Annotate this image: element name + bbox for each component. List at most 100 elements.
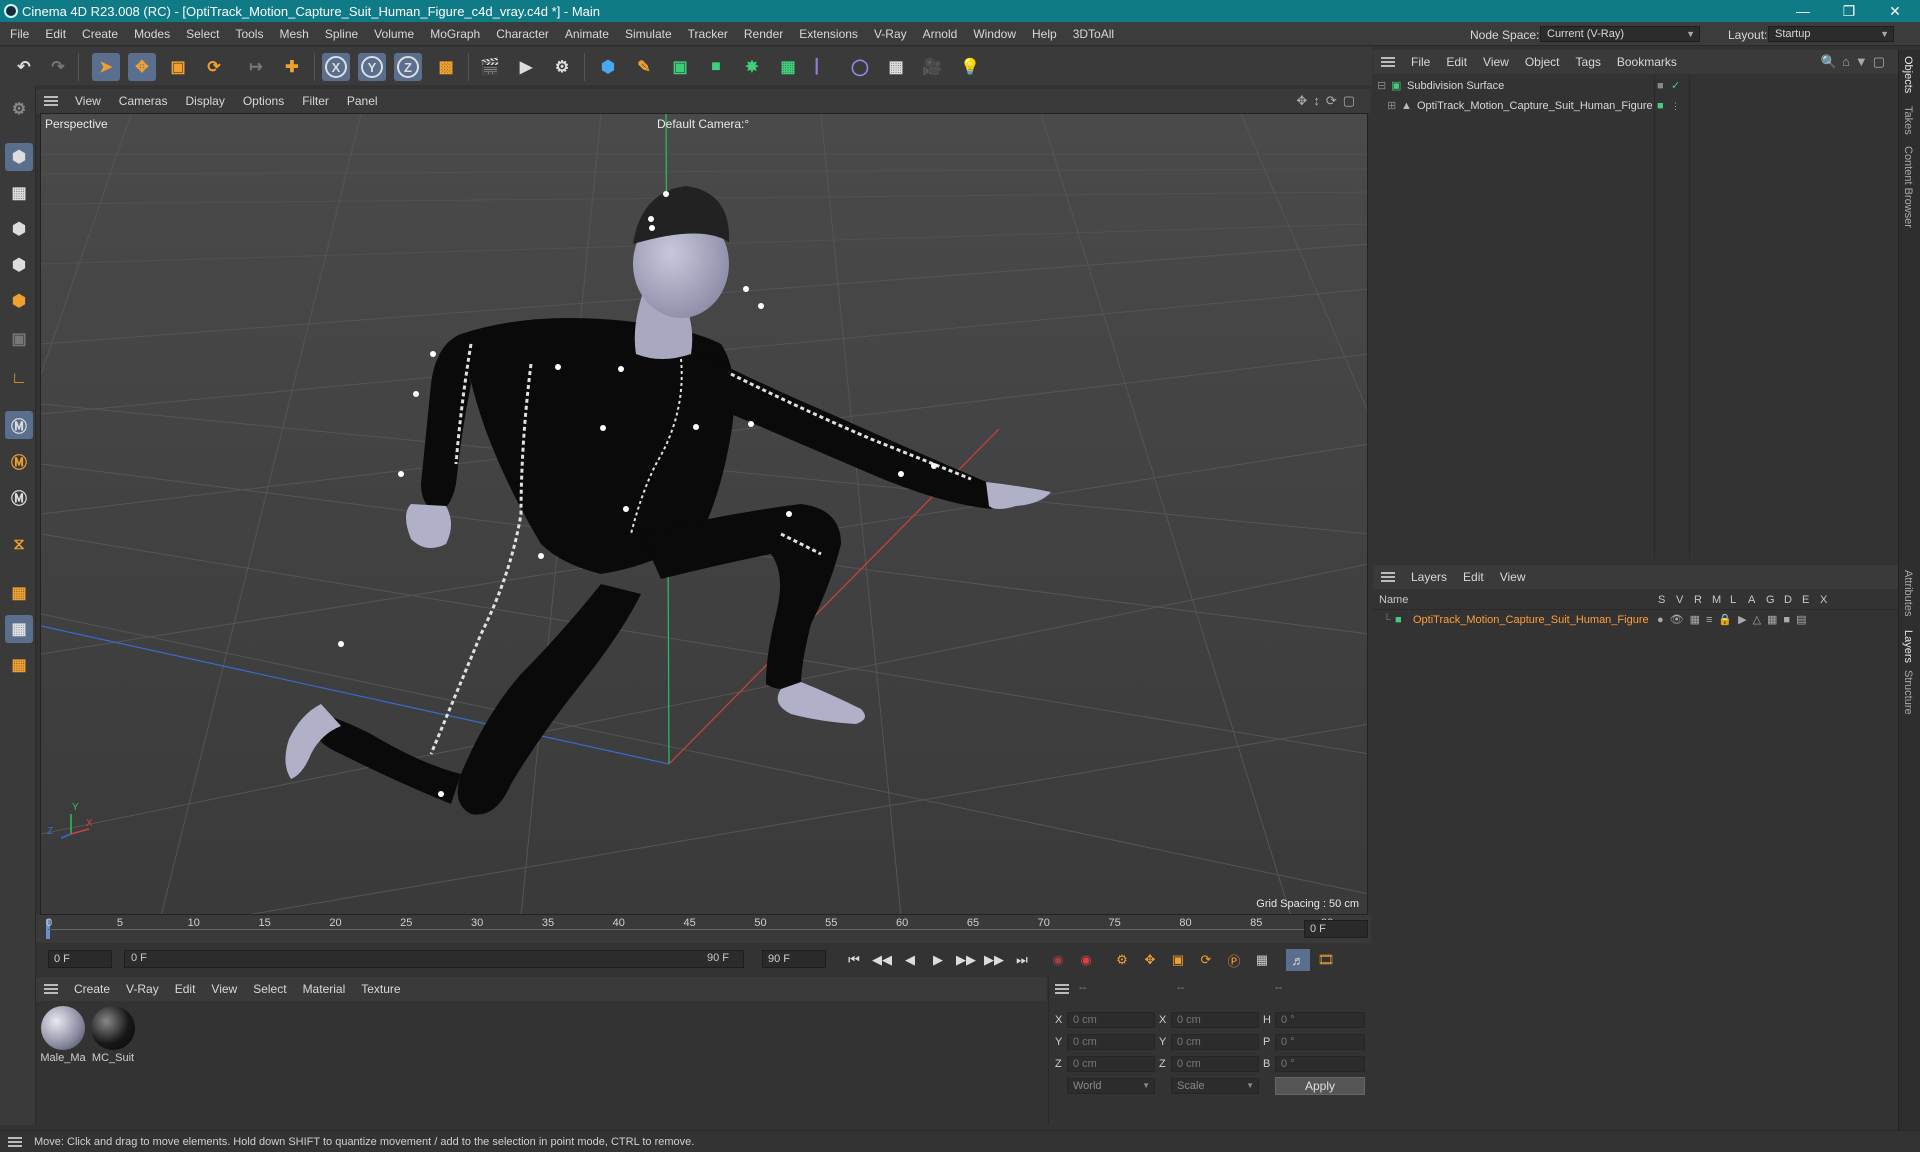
key-pla-icon[interactable]: ▦ bbox=[1250, 949, 1274, 971]
hamburger-icon[interactable] bbox=[44, 96, 58, 106]
visibility-dots-icon[interactable]: ⋮ bbox=[1671, 96, 1680, 116]
coord-system-dropdown[interactable]: World ▼ bbox=[1067, 1078, 1155, 1094]
record-icon[interactable]: ◉ bbox=[1046, 949, 1070, 971]
node-space-dropdown[interactable]: Current (V-Ray) ▼ bbox=[1540, 26, 1700, 42]
play-icon[interactable]: ▶ bbox=[926, 949, 950, 971]
coord-size-y-field[interactable]: 0 cm bbox=[1171, 1034, 1259, 1050]
uv-mode-icon[interactable]: ▣ bbox=[5, 325, 33, 353]
go-to-start-icon[interactable]: ⏮ bbox=[842, 949, 866, 971]
restore-button[interactable]: ❐ bbox=[1826, 0, 1872, 22]
texture-mode-icon[interactable]: ▦ bbox=[5, 179, 33, 207]
keyframe-selection-icon[interactable]: ⚙ bbox=[1110, 949, 1134, 971]
edges-mode-icon[interactable]: ⬢ bbox=[5, 251, 33, 279]
next-frame-icon[interactable]: ▶▶ bbox=[954, 949, 978, 971]
scale-tool-icon[interactable]: ▣ bbox=[164, 53, 192, 81]
coord-pos-x-field[interactable]: 0 cm bbox=[1067, 1012, 1155, 1028]
camera-icon[interactable]: 🎥 bbox=[918, 53, 946, 81]
viewport-menu-options[interactable]: Options bbox=[234, 89, 293, 113]
previous-key-icon[interactable]: ◀◀ bbox=[870, 949, 894, 971]
tab-takes[interactable]: Takes bbox=[1902, 106, 1914, 135]
menu-window[interactable]: Window bbox=[965, 22, 1024, 46]
mograph-cloner-icon[interactable]: ✸ bbox=[738, 53, 766, 81]
viewport-menu-filter[interactable]: Filter bbox=[293, 89, 338, 113]
material-menu-vray[interactable]: V-Ray bbox=[118, 977, 167, 1001]
timeline-sound-icon[interactable]: ♬ bbox=[1286, 949, 1310, 971]
coord-size-z-field[interactable]: 0 cm bbox=[1171, 1056, 1259, 1072]
axis-y-lock-button[interactable]: Y bbox=[358, 53, 386, 81]
menu-mesh[interactable]: Mesh bbox=[271, 22, 316, 46]
live-selection-icon[interactable]: ↦ bbox=[242, 53, 270, 81]
object-row[interactable]: ⊞ ▲ OptiTrack_Motion_Capture_Suit_Human_… bbox=[1373, 96, 1898, 116]
menu-tools[interactable]: Tools bbox=[227, 22, 271, 46]
menu-tracker[interactable]: Tracker bbox=[680, 22, 736, 46]
key-scale-icon[interactable]: ▣ bbox=[1166, 949, 1190, 971]
menu-help[interactable]: Help bbox=[1024, 22, 1065, 46]
collapse-icon[interactable]: ⊟ bbox=[1377, 76, 1386, 96]
menu-edit[interactable]: Edit bbox=[37, 22, 74, 46]
menu-mograph[interactable]: MoGraph bbox=[422, 22, 488, 46]
redo-icon[interactable]: ↷ bbox=[44, 53, 72, 81]
coord-rot-p-field[interactable]: 0 ° bbox=[1275, 1034, 1365, 1050]
menu-render[interactable]: Render bbox=[736, 22, 791, 46]
menu-extensions[interactable]: Extensions bbox=[791, 22, 866, 46]
auto-keying-icon[interactable]: ◉ bbox=[1074, 949, 1098, 971]
menu-modes[interactable]: Modes bbox=[126, 22, 178, 46]
coord-pos-z-field[interactable]: 0 cm bbox=[1067, 1056, 1155, 1072]
subdivision-surface-icon[interactable]: ▣ bbox=[666, 53, 694, 81]
make-editable-icon[interactable]: ⚙ bbox=[5, 95, 33, 123]
menu-character[interactable]: Character bbox=[488, 22, 557, 46]
workplane-icon[interactable]: ▦ bbox=[5, 579, 33, 607]
hamburger-icon[interactable] bbox=[44, 984, 58, 994]
layer-menu-layers[interactable]: Layers bbox=[1403, 565, 1455, 589]
expand-icon[interactable]: ⊞ bbox=[1387, 96, 1396, 116]
key-rotation-icon[interactable]: ⟳ bbox=[1194, 949, 1218, 971]
tab-content-browser[interactable]: Content Browser bbox=[1902, 146, 1914, 228]
menu-vray[interactable]: V-Ray bbox=[866, 22, 915, 46]
coord-mode-dropdown[interactable]: Scale ▼ bbox=[1171, 1078, 1259, 1094]
menu-volume[interactable]: Volume bbox=[366, 22, 422, 46]
menu-3dtoall[interactable]: 3DToAll bbox=[1065, 22, 1122, 46]
layer-menu-view[interactable]: View bbox=[1492, 565, 1534, 589]
timeline-ruler[interactable]: 051015202530354045505560657075808590 0 F bbox=[36, 915, 1371, 943]
material-swatch[interactable]: MC_Suit bbox=[90, 1006, 136, 1064]
menu-select[interactable]: Select bbox=[178, 22, 227, 46]
hamburger-icon[interactable] bbox=[1055, 984, 1069, 994]
axis-mode-icon[interactable]: ∟ bbox=[5, 365, 33, 393]
tab-attributes[interactable]: Attributes bbox=[1902, 570, 1914, 616]
current-frame-field[interactable]: 0 F bbox=[1304, 920, 1368, 938]
cube-object-icon[interactable]: ⬢ bbox=[594, 53, 622, 81]
material-menu-edit[interactable]: Edit bbox=[167, 977, 204, 1001]
viewport-nav-icons[interactable]: ✥↕⟳▢ bbox=[1296, 93, 1361, 109]
layer-color-icon[interactable]: ■ bbox=[1395, 610, 1402, 630]
object-menu-edit[interactable]: Edit bbox=[1438, 50, 1475, 74]
locked-workplane-icon[interactable]: ▦ bbox=[5, 651, 33, 679]
menu-simulate[interactable]: Simulate bbox=[617, 22, 680, 46]
timeline-film-icon[interactable]: 🎞 bbox=[1314, 949, 1338, 971]
material-menu-material[interactable]: Material bbox=[295, 977, 354, 1001]
layer-flag-icons[interactable]: ●👁▦≡🔒▶△▦■▤ bbox=[1657, 610, 1812, 630]
move-tool-icon[interactable]: ✥ bbox=[128, 53, 156, 81]
floor-icon[interactable]: ▦ bbox=[882, 53, 910, 81]
menu-spline[interactable]: Spline bbox=[317, 22, 366, 46]
layer-menu-edit[interactable]: Edit bbox=[1455, 565, 1492, 589]
object-menu-file[interactable]: File bbox=[1403, 50, 1438, 74]
material-menu-select[interactable]: Select bbox=[245, 977, 294, 1001]
material-menu-view[interactable]: View bbox=[203, 977, 245, 1001]
mograph-cubes-icon[interactable]: ▦ bbox=[774, 53, 802, 81]
render-settings-icon[interactable]: ⚙ bbox=[548, 53, 576, 81]
menu-create[interactable]: Create bbox=[74, 22, 126, 46]
material-menu-texture[interactable]: Texture bbox=[353, 977, 408, 1001]
rotate-tool-icon[interactable]: ⟳ bbox=[200, 53, 228, 81]
render-view-icon[interactable]: 🎬 bbox=[476, 53, 504, 81]
object-manager-tools-icons[interactable]: 🔍⌂▼▢ bbox=[1821, 54, 1890, 70]
tab-layers[interactable]: Layers bbox=[1902, 630, 1914, 663]
object-menu-view[interactable]: View bbox=[1475, 50, 1517, 74]
frame-range-slider[interactable]: 0 F 90 F bbox=[124, 950, 744, 968]
coord-rot-h-field[interactable]: 0 ° bbox=[1275, 1012, 1365, 1028]
end-frame-field[interactable]: 90 F bbox=[762, 950, 826, 968]
previous-frame-icon[interactable]: ◀ bbox=[898, 949, 922, 971]
render-picture-viewer-icon[interactable]: ▶ bbox=[512, 53, 540, 81]
next-key-icon[interactable]: ▶▶ bbox=[982, 949, 1006, 971]
hamburger-icon[interactable] bbox=[1381, 57, 1395, 67]
pen-spline-icon[interactable]: ✎ bbox=[630, 53, 658, 81]
